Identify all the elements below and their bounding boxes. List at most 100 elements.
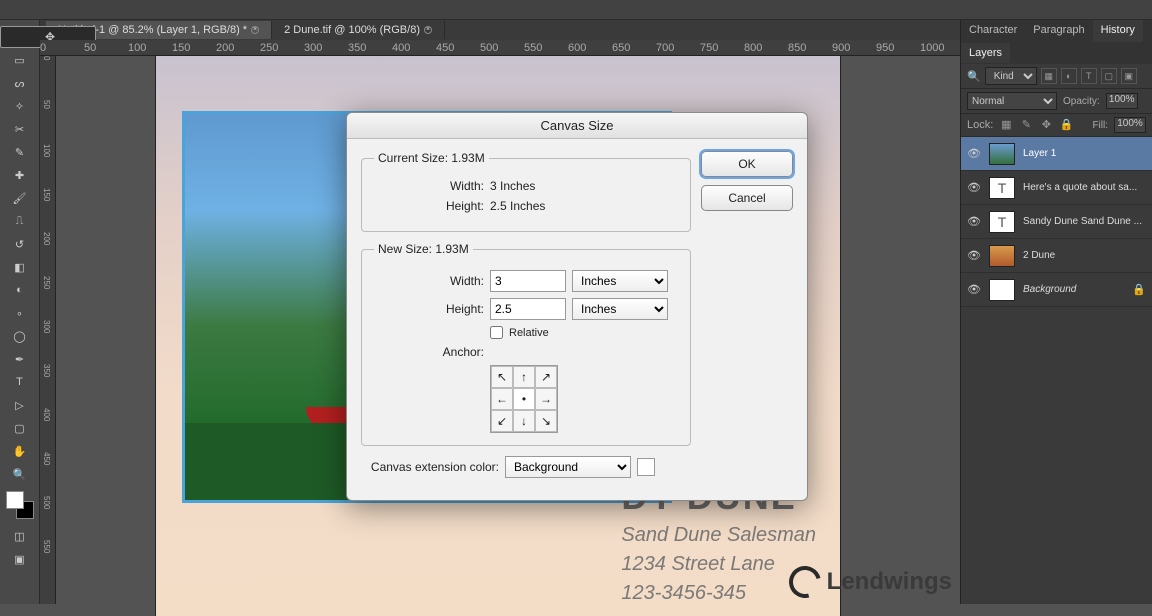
relative-text: Relative xyxy=(509,327,549,339)
filter-pixel-icon[interactable]: ▦ xyxy=(1041,68,1057,84)
right-panels: Character Paragraph History Layers 🔍 Kin… xyxy=(960,20,1152,604)
layer-name[interactable]: Here's a quote about sa... xyxy=(1023,182,1146,193)
history-brush-tool[interactable]: ↺ xyxy=(5,233,35,255)
layer-thumb xyxy=(989,279,1015,301)
layer-row[interactable]: 👁 2 Dune xyxy=(961,239,1152,273)
visibility-icon[interactable]: 👁 xyxy=(967,249,981,262)
eraser-tool[interactable]: ◧ xyxy=(5,256,35,278)
color-swatches[interactable] xyxy=(6,491,34,519)
lock-pos-icon[interactable]: ✥ xyxy=(1039,118,1053,132)
ext-color-swatch[interactable] xyxy=(637,458,655,476)
crop-tool[interactable]: ✂ xyxy=(5,118,35,140)
layer-name[interactable]: Sandy Dune Sand Dune ... xyxy=(1023,216,1146,227)
shape-tool[interactable]: ▢ xyxy=(5,417,35,439)
layer-row[interactable]: 👁 T Here's a quote about sa... xyxy=(961,171,1152,205)
filter-type-icon[interactable]: T xyxy=(1081,68,1097,84)
relative-checkbox[interactable] xyxy=(490,326,503,339)
layer-name[interactable]: Background xyxy=(1023,284,1124,295)
close-tab-icon[interactable]: × xyxy=(251,26,259,34)
anchor-e[interactable]: → xyxy=(535,388,557,410)
foreground-swatch[interactable] xyxy=(6,491,24,509)
lasso-tool[interactable]: ᔕ xyxy=(5,72,35,94)
brush-tool[interactable]: 🖌 xyxy=(5,187,35,209)
filter-shape-icon[interactable]: ▢ xyxy=(1101,68,1117,84)
blur-tool[interactable]: ∘ xyxy=(5,302,35,324)
visibility-icon[interactable]: 👁 xyxy=(967,215,981,228)
doc-tab-2[interactable]: 2 Dune.tif @ 100% (RGB/8) × xyxy=(272,21,445,39)
path-select-tool[interactable]: ▷ xyxy=(5,394,35,416)
anchor-center[interactable]: • xyxy=(513,388,535,410)
filter-adjust-icon[interactable]: ◐ xyxy=(1061,68,1077,84)
ok-button[interactable]: OK xyxy=(701,151,793,177)
ruler-v-mark: 200 xyxy=(42,232,51,245)
new-width-input[interactable] xyxy=(490,270,566,292)
ruler-h-mark: 200 xyxy=(216,42,234,54)
quick-mask-tool[interactable]: ◫ xyxy=(5,525,35,547)
visibility-icon[interactable]: 👁 xyxy=(967,181,981,194)
close-tab-icon[interactable]: × xyxy=(424,26,432,34)
anchor-w[interactable]: ← xyxy=(491,388,513,410)
anchor-se[interactable]: ↘ xyxy=(535,410,557,432)
fill-value[interactable]: 100% xyxy=(1114,117,1146,133)
fill-label: Fill: xyxy=(1092,120,1108,131)
ruler-h-mark: 550 xyxy=(524,42,542,54)
visibility-icon[interactable]: 👁 xyxy=(967,147,981,160)
ruler-h-mark: 0 xyxy=(40,42,46,54)
ruler-h-mark: 600 xyxy=(568,42,586,54)
lock-all-icon[interactable]: 🔒 xyxy=(1059,118,1073,132)
width-unit-select[interactable]: Inches xyxy=(572,270,668,292)
options-bar xyxy=(0,0,1152,20)
layer-filter-row: 🔍 Kind ▦ ◐ T ▢ ▣ xyxy=(961,64,1152,89)
new-height-input[interactable] xyxy=(490,298,566,320)
visibility-icon[interactable]: 👁 xyxy=(967,283,981,296)
type-tool[interactable]: T xyxy=(5,371,35,393)
tab-history[interactable]: History xyxy=(1093,20,1143,42)
ruler-v-mark: 300 xyxy=(42,320,51,333)
lock-icon: 🔒 xyxy=(1132,283,1146,296)
layer-row[interactable]: 👁 Layer 1 xyxy=(961,137,1152,171)
screen-mode-tool[interactable]: ▣ xyxy=(5,548,35,570)
layer-name[interactable]: 2 Dune xyxy=(1023,250,1146,261)
zoom-tool[interactable]: 🔍 xyxy=(5,463,35,485)
ruler-v-mark: 150 xyxy=(42,188,51,201)
tab-character[interactable]: Character xyxy=(961,20,1025,42)
filter-kind-select[interactable]: Kind xyxy=(985,67,1037,85)
anchor-ne[interactable]: ↗ xyxy=(535,366,557,388)
anchor-s[interactable]: ↓ xyxy=(513,410,535,432)
lock-trans-icon[interactable]: ▦ xyxy=(999,118,1013,132)
dodge-tool[interactable]: ◯ xyxy=(5,325,35,347)
opacity-value[interactable]: 100% xyxy=(1106,93,1138,109)
healing-tool[interactable]: ✚ xyxy=(5,164,35,186)
tab-paragraph[interactable]: Paragraph xyxy=(1025,20,1092,42)
layer-row[interactable]: 👁 Background 🔒 xyxy=(961,273,1152,307)
filter-smart-icon[interactable]: ▣ xyxy=(1121,68,1137,84)
lock-label: Lock: xyxy=(967,119,993,131)
lock-paint-icon[interactable]: ✎ xyxy=(1019,118,1033,132)
new-width-label: Width: xyxy=(374,274,484,288)
height-unit-select[interactable]: Inches xyxy=(572,298,668,320)
stamp-tool[interactable]: ⎍ xyxy=(5,210,35,232)
anchor-nw[interactable]: ↖ xyxy=(491,366,513,388)
magic-wand-tool[interactable]: ✧ xyxy=(5,95,35,117)
layer-name[interactable]: Layer 1 xyxy=(1023,148,1146,159)
eyedropper-tool[interactable]: ✎ xyxy=(5,141,35,163)
ruler-h-mark: 300 xyxy=(304,42,322,54)
pen-tool[interactable]: ✒ xyxy=(5,348,35,370)
canvas-size-dialog: Canvas Size Current Size: 1.93M Width: 3… xyxy=(346,112,808,501)
marquee-tool[interactable]: ▭ xyxy=(5,49,35,71)
ruler-h-mark: 150 xyxy=(172,42,190,54)
relative-checkbox-label[interactable]: Relative xyxy=(490,326,678,339)
ruler-h-mark: 700 xyxy=(656,42,674,54)
hand-tool[interactable]: ✋ xyxy=(5,440,35,462)
vertical-ruler: 050100150200250300350400450500550 xyxy=(40,56,56,604)
new-size-legend: New Size: 1.93M xyxy=(374,242,473,256)
anchor-sw[interactable]: ↙ xyxy=(491,410,513,432)
cancel-button[interactable]: Cancel xyxy=(701,185,793,211)
layer-row[interactable]: 👁 T Sandy Dune Sand Dune ... xyxy=(961,205,1152,239)
gradient-tool[interactable]: ◐ xyxy=(5,279,35,301)
anchor-n[interactable]: ↑ xyxy=(513,366,535,388)
tab-layers[interactable]: Layers xyxy=(961,43,1010,63)
ext-color-select[interactable]: Background xyxy=(505,456,631,478)
blend-mode-select[interactable]: Normal xyxy=(967,92,1057,110)
ruler-v-mark: 250 xyxy=(42,276,51,289)
